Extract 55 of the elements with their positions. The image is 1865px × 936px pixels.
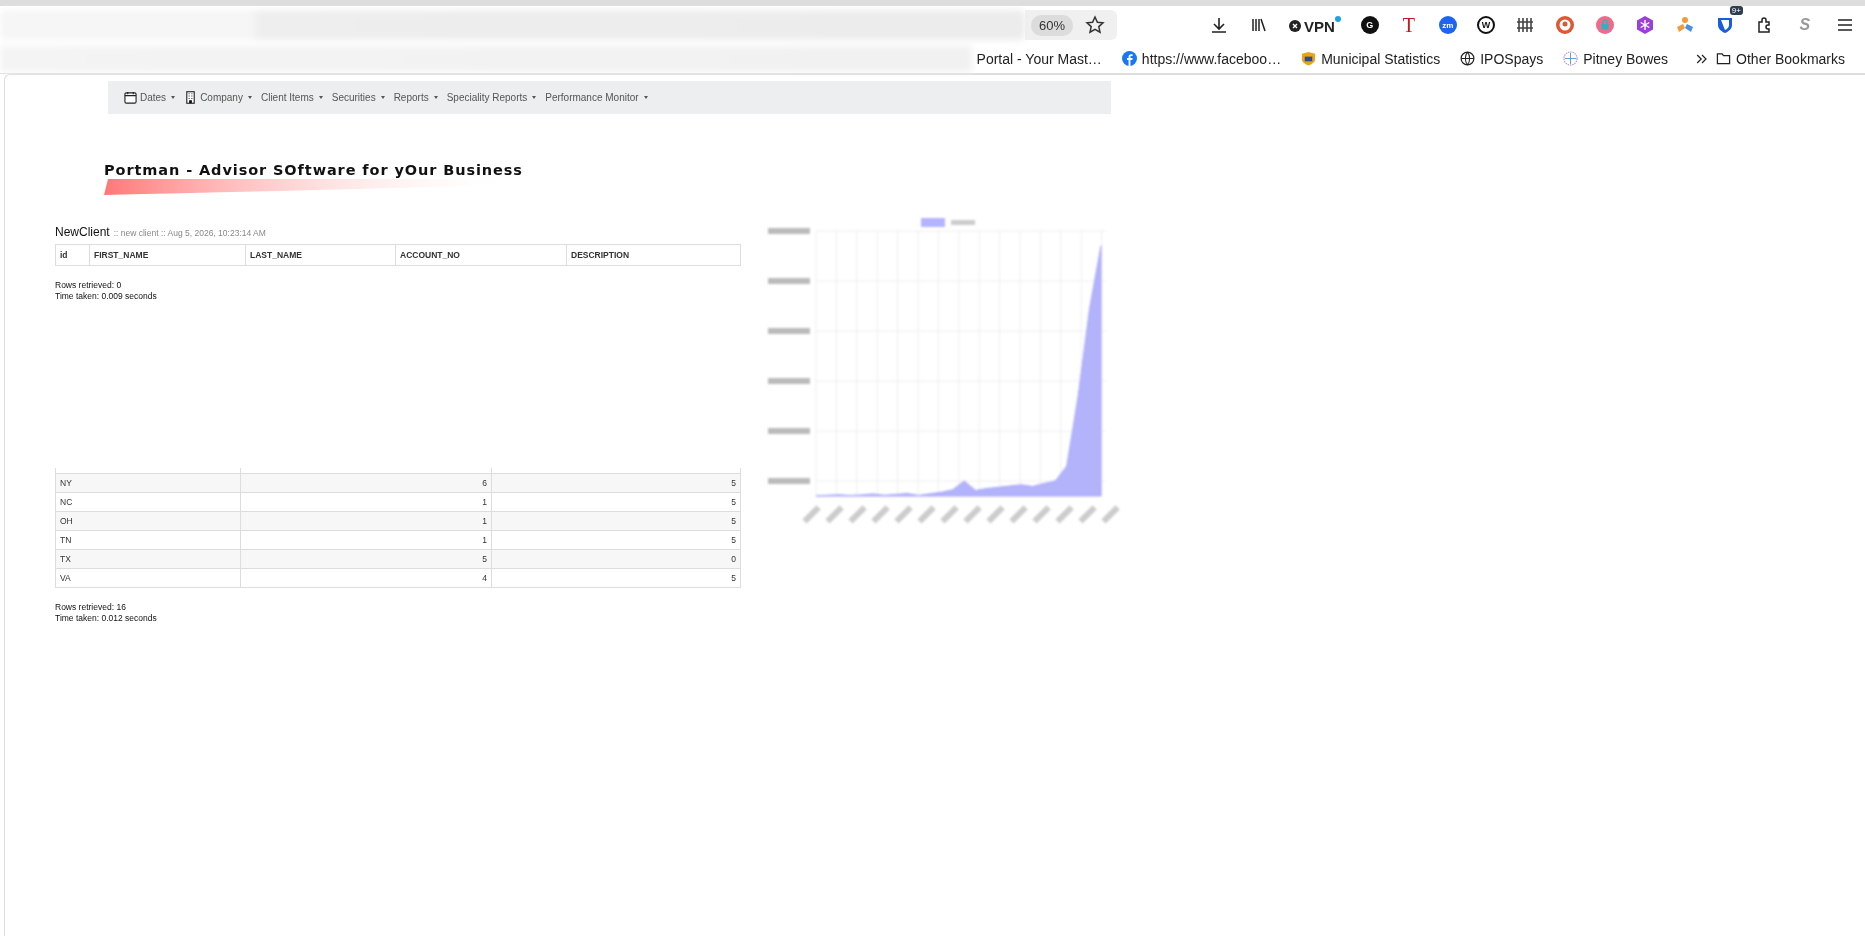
facebook-icon (1121, 51, 1137, 66)
x-circle-icon (1289, 20, 1302, 32)
bookmark[interactable]: Pitney Bowes (1563, 50, 1669, 67)
table-cell: 4 (240, 568, 492, 588)
nav-menu-item[interactable]: Speciality Reports (446, 92, 537, 103)
column-header: FIRST_NAME (89, 244, 246, 266)
bookmark[interactable]: IPOSpays (1460, 50, 1544, 67)
bookmark[interactable]: Portal - Your Mast… (976, 50, 1102, 67)
calendar-icon (124, 91, 137, 104)
nav-menu-item[interactable]: Securities (331, 92, 385, 103)
building-icon (184, 91, 198, 104)
query-subtitle: :: new client :: Aug 5, 2026, 10:23:14 AM (113, 228, 266, 238)
rows-retrieved: Rows retrieved: 0 (55, 280, 123, 291)
zm-badge-icon[interactable]: zm (1438, 16, 1457, 34)
table-cell: 1 (240, 492, 492, 512)
folder-icon (1716, 51, 1732, 66)
rows-retrieved: Rows retrieved: 16 (55, 602, 127, 613)
table-cell: NC (55, 492, 241, 512)
column-header: DESCRIPTION (566, 244, 741, 266)
nav-menu-item[interactable]: Performance Monitor (545, 92, 648, 103)
time-taken: Time taken: 0.012 seconds (55, 613, 158, 624)
nav-menu-item[interactable]: Dates (124, 91, 176, 104)
time-taken: Time taken: 0.009 seconds (55, 291, 158, 302)
vpn-button[interactable]: VPN (1289, 15, 1341, 35)
table-cell: 5 (491, 530, 741, 550)
zoom-level-button[interactable]: 60% (1031, 14, 1074, 36)
bookmark[interactable]: Other Bookmarks (1716, 50, 1845, 67)
column-header: LAST_NAME (245, 244, 396, 266)
table-cell: 5 (491, 568, 741, 588)
t-letter-icon[interactable]: T (1398, 13, 1419, 37)
bookmark[interactable]: Municipal Statistics (1301, 50, 1441, 67)
nav-menu-item[interactable]: Reports (393, 92, 438, 103)
star-icon[interactable] (1085, 15, 1106, 35)
nav-menu-item[interactable]: Company (184, 91, 252, 104)
dotted-circle-icon (1563, 51, 1579, 66)
table-cell: 1 (240, 530, 492, 550)
bookmark[interactable]: https://www.faceboo… (1121, 50, 1282, 67)
g-badge-icon[interactable]: G (1360, 16, 1379, 34)
w-badge-icon[interactable]: W (1476, 16, 1495, 34)
nav-menu-item[interactable]: Client Items (260, 92, 323, 103)
count-badge: 9+ (1729, 6, 1743, 15)
shield-crest-icon (1301, 51, 1317, 66)
column-header: id (55, 244, 90, 266)
fence-icon[interactable] (1514, 15, 1535, 35)
column-header: ACCOUNT_NO (395, 244, 567, 266)
legend-swatch (921, 218, 945, 227)
table-cell: VA (55, 568, 241, 588)
lock-icon[interactable] (1594, 15, 1615, 35)
table-cell: 5 (491, 492, 741, 512)
logo-title: Portman - Advisor SOftware for yOur Business (104, 162, 524, 178)
blurred-legend-label (951, 220, 975, 225)
globe-icon (1460, 51, 1476, 66)
query-title: NewClient (55, 225, 110, 239)
table-cell: TN (55, 530, 241, 550)
snowflake-icon[interactable] (1634, 15, 1655, 35)
